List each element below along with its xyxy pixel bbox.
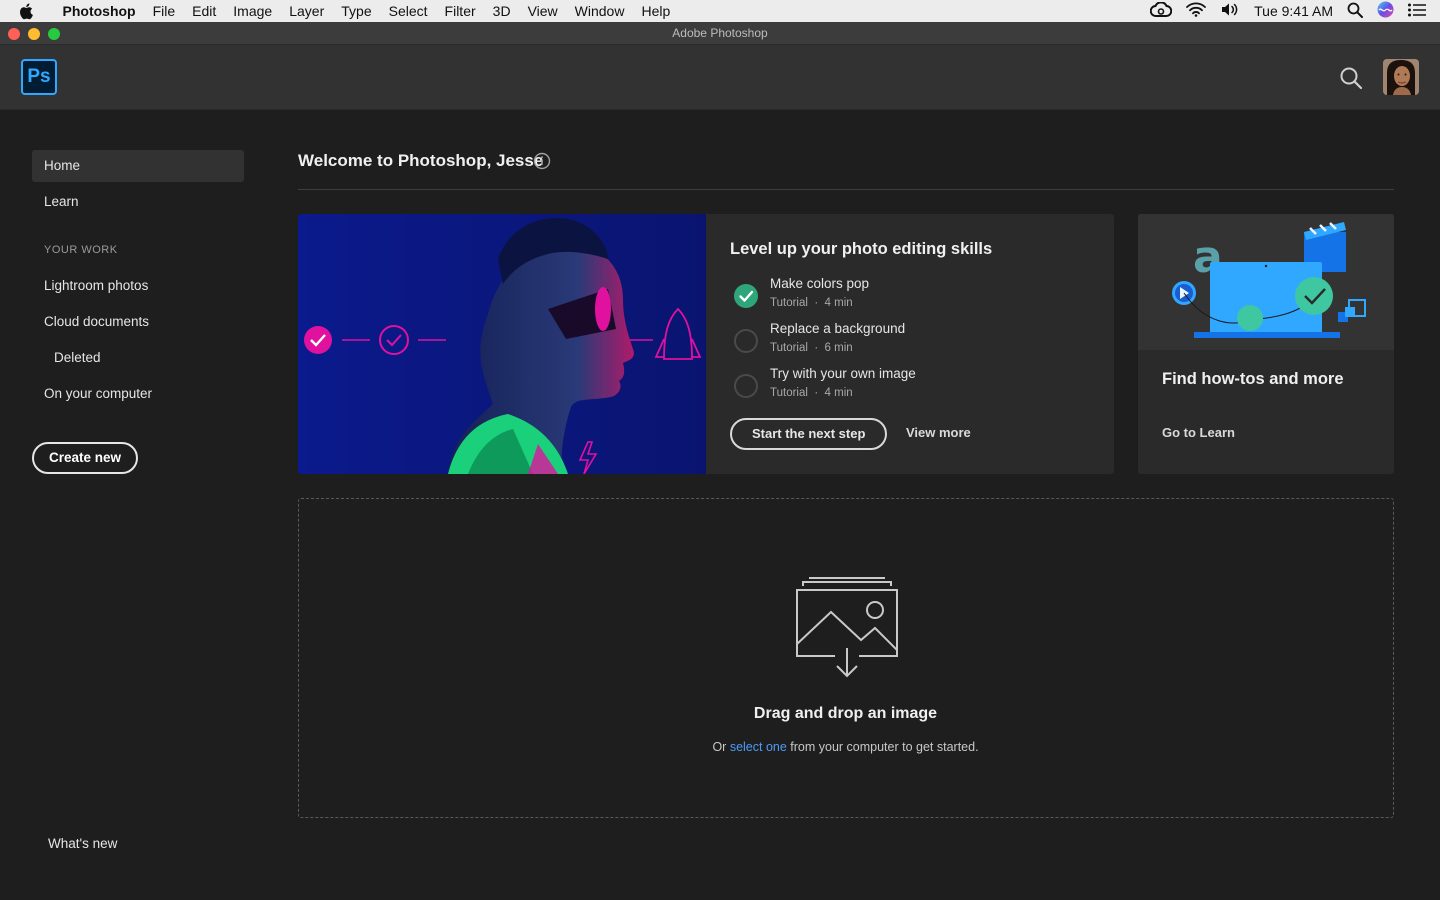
wifi-icon[interactable]	[1186, 2, 1207, 20]
menu-edit[interactable]: Edit	[184, 0, 225, 22]
sidebar-section-your-work: YOUR WORK	[44, 244, 118, 256]
sidebar-item-deleted[interactable]: Deleted	[32, 342, 244, 374]
tutorial-step-meta: Tutorial · 4 min	[770, 297, 853, 309]
volume-icon[interactable]	[1220, 2, 1240, 20]
menu-window[interactable]: Window	[566, 0, 633, 22]
tutorial-card: Level up your photo editing skills Make …	[298, 214, 1114, 474]
window-title: Adobe Photoshop	[672, 26, 768, 40]
start-next-step-button[interactable]: Start the next step	[730, 418, 888, 450]
apple-menu-icon[interactable]	[0, 2, 54, 20]
view-more-link[interactable]: View more	[906, 425, 971, 440]
mac-menu-bar: Photoshop File Edit Image Layer Type Sel…	[0, 0, 1440, 22]
menu-help[interactable]: Help	[633, 0, 679, 22]
whats-new-link[interactable]: What's new	[48, 836, 117, 851]
select-file-link[interactable]: select one	[730, 740, 787, 754]
tutorial-step[interactable]: Try with your own image Tutorial · 4 min	[730, 366, 1100, 408]
dropzone-subtitle: Or select one from your computer to get …	[712, 740, 979, 754]
circle-empty-icon	[734, 329, 758, 353]
menu-type[interactable]: Type	[333, 0, 380, 22]
photoshop-logo[interactable]: Ps	[21, 59, 57, 95]
image-dropzone[interactable]: Drag and drop an image Or select one fro…	[298, 498, 1394, 818]
tutorial-card-title: Level up your photo editing skills	[730, 240, 993, 258]
window-title-bar: Adobe Photoshop	[0, 22, 1440, 45]
tutorial-body: Level up your photo editing skills Make …	[730, 214, 1100, 474]
info-icon[interactable]	[533, 152, 551, 170]
circle-empty-icon	[734, 374, 758, 398]
dropzone-title: Drag and drop an image	[753, 705, 938, 722]
tutorial-step[interactable]: Make colors pop Tutorial · 4 min	[730, 276, 1100, 318]
image-upload-icon	[795, 572, 899, 678]
tutorial-step-name: Make colors pop	[770, 276, 870, 291]
checkmark-done-icon	[734, 284, 758, 308]
menu-image[interactable]: Image	[225, 0, 281, 22]
page-title: Welcome to Photoshop, Jesse	[298, 151, 544, 170]
notification-center-icon[interactable]	[1408, 3, 1426, 20]
tutorial-step-name: Replace a background	[770, 321, 906, 336]
learn-card[interactable]: a Find how-tos and more Go to Learn	[1138, 214, 1394, 474]
sidebar-item-learn[interactable]: Learn	[32, 186, 244, 218]
sidebar-item-on-your-computer[interactable]: On your computer	[32, 378, 244, 410]
title-divider	[298, 189, 1394, 190]
sidebar-item-lightroom-photos[interactable]: Lightroom photos	[32, 270, 244, 302]
menu-photoshop[interactable]: Photoshop	[54, 0, 144, 22]
learn-illustration: a	[1138, 214, 1394, 350]
sidebar-item-cloud-documents[interactable]: Cloud documents	[32, 306, 244, 338]
sidebar: Home Learn YOUR WORK Lightroom photos Cl…	[0, 110, 270, 900]
menubar-clock[interactable]: Tue 9:41 AM	[1254, 3, 1333, 19]
tutorial-step-meta: Tutorial · 6 min	[770, 342, 853, 354]
user-avatar[interactable]	[1383, 59, 1419, 95]
tutorial-step-meta: Tutorial · 4 min	[770, 387, 853, 399]
tutorial-step-name: Try with your own image	[770, 366, 916, 381]
siri-icon[interactable]	[1377, 1, 1394, 21]
menu-view[interactable]: View	[519, 0, 566, 22]
app-header: Ps	[0, 45, 1440, 110]
menu-layer[interactable]: Layer	[281, 0, 333, 22]
menu-filter[interactable]: Filter	[436, 0, 484, 22]
create-new-button[interactable]: Create new	[32, 442, 139, 474]
learn-card-title: Find how-tos and more	[1162, 370, 1344, 388]
tutorial-hero-image	[298, 214, 706, 474]
menu-select[interactable]: Select	[380, 0, 436, 22]
sidebar-item-home[interactable]: Home	[32, 150, 244, 182]
search-icon[interactable]	[1339, 66, 1363, 90]
menu-3d[interactable]: 3D	[484, 0, 519, 22]
spotlight-icon[interactable]	[1347, 2, 1363, 21]
menu-file[interactable]: File	[144, 0, 184, 22]
tutorial-step[interactable]: Replace a background Tutorial · 6 min	[730, 321, 1100, 363]
creative-cloud-icon[interactable]	[1149, 0, 1173, 21]
go-to-learn-link[interactable]: Go to Learn	[1162, 425, 1235, 440]
